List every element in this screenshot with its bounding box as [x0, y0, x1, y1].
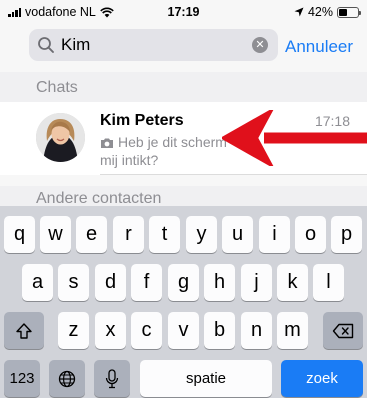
search-key[interactable]: zoek — [281, 360, 363, 397]
section-header-chats: Chats — [0, 72, 367, 102]
microphone-icon — [105, 368, 119, 388]
key[interactable]: m — [277, 312, 308, 349]
key[interactable]: e — [76, 216, 107, 253]
key[interactable]: q — [4, 216, 35, 253]
key[interactable]: b — [204, 312, 235, 349]
key[interactable]: r — [113, 216, 144, 253]
key[interactable]: k — [277, 264, 308, 301]
key[interactable]: p — [331, 216, 362, 253]
key[interactable]: y — [186, 216, 217, 253]
key[interactable]: o — [295, 216, 326, 253]
status-right: 42% — [294, 5, 361, 19]
chat-contact-name: Kim Peters — [100, 112, 184, 129]
battery-icon — [337, 6, 361, 18]
key[interactable]: t — [149, 216, 180, 253]
key[interactable]: n — [241, 312, 272, 349]
key[interactable]: a — [22, 264, 53, 301]
location-arrow-icon — [294, 7, 304, 17]
search-icon — [38, 37, 54, 53]
key[interactable]: i — [259, 216, 290, 253]
key[interactable]: d — [95, 264, 126, 301]
shift-key[interactable] — [4, 312, 44, 349]
search-bar-row: ✕ Annuleer — [0, 24, 367, 68]
backspace-key[interactable] — [323, 312, 363, 349]
search-input[interactable] — [61, 35, 251, 55]
key[interactable]: f — [131, 264, 162, 301]
key[interactable]: c — [131, 312, 162, 349]
chat-preview-text-line2: mij intikt? — [100, 152, 159, 168]
key[interactable]: v — [168, 312, 199, 349]
camera-icon — [101, 138, 113, 148]
backspace-icon — [332, 323, 354, 338]
key[interactable]: u — [222, 216, 253, 253]
globe-key[interactable] — [49, 360, 85, 397]
battery-percentage: 42% — [307, 5, 333, 19]
keyboard: q w e r t y u i o p a s d f g h j k l z … — [0, 206, 367, 398]
chat-timestamp: 17:18 — [314, 113, 350, 129]
numbers-key[interactable]: 123 — [4, 360, 40, 397]
key[interactable]: x — [95, 312, 126, 349]
cancel-button[interactable]: Annuleer — [285, 37, 353, 57]
key[interactable]: h — [204, 264, 235, 301]
key[interactable]: z — [58, 312, 89, 349]
key[interactable]: w — [40, 216, 71, 253]
key[interactable]: l — [313, 264, 344, 301]
microphone-key[interactable] — [94, 360, 130, 397]
chat-row[interactable]: Kim Peters 17:18 Heb je dit scherm mij i… — [0, 102, 367, 175]
avatar — [36, 113, 85, 162]
shift-icon — [16, 322, 32, 339]
key[interactable]: g — [168, 264, 199, 301]
space-key[interactable]: spatie — [140, 360, 272, 397]
globe-icon — [58, 370, 76, 387]
chat-preview: Heb je dit scherm mij intikt? — [100, 133, 350, 169]
status-bar: vodafone NL 17:19 42% — [0, 0, 367, 24]
chat-preview-text: Heb je dit scherm — [118, 134, 227, 150]
clear-icon[interactable]: ✕ — [252, 37, 268, 53]
key[interactable]: s — [58, 264, 89, 301]
search-field[interactable]: ✕ — [29, 29, 278, 61]
chat-divider — [100, 174, 367, 175]
key[interactable]: j — [241, 264, 272, 301]
